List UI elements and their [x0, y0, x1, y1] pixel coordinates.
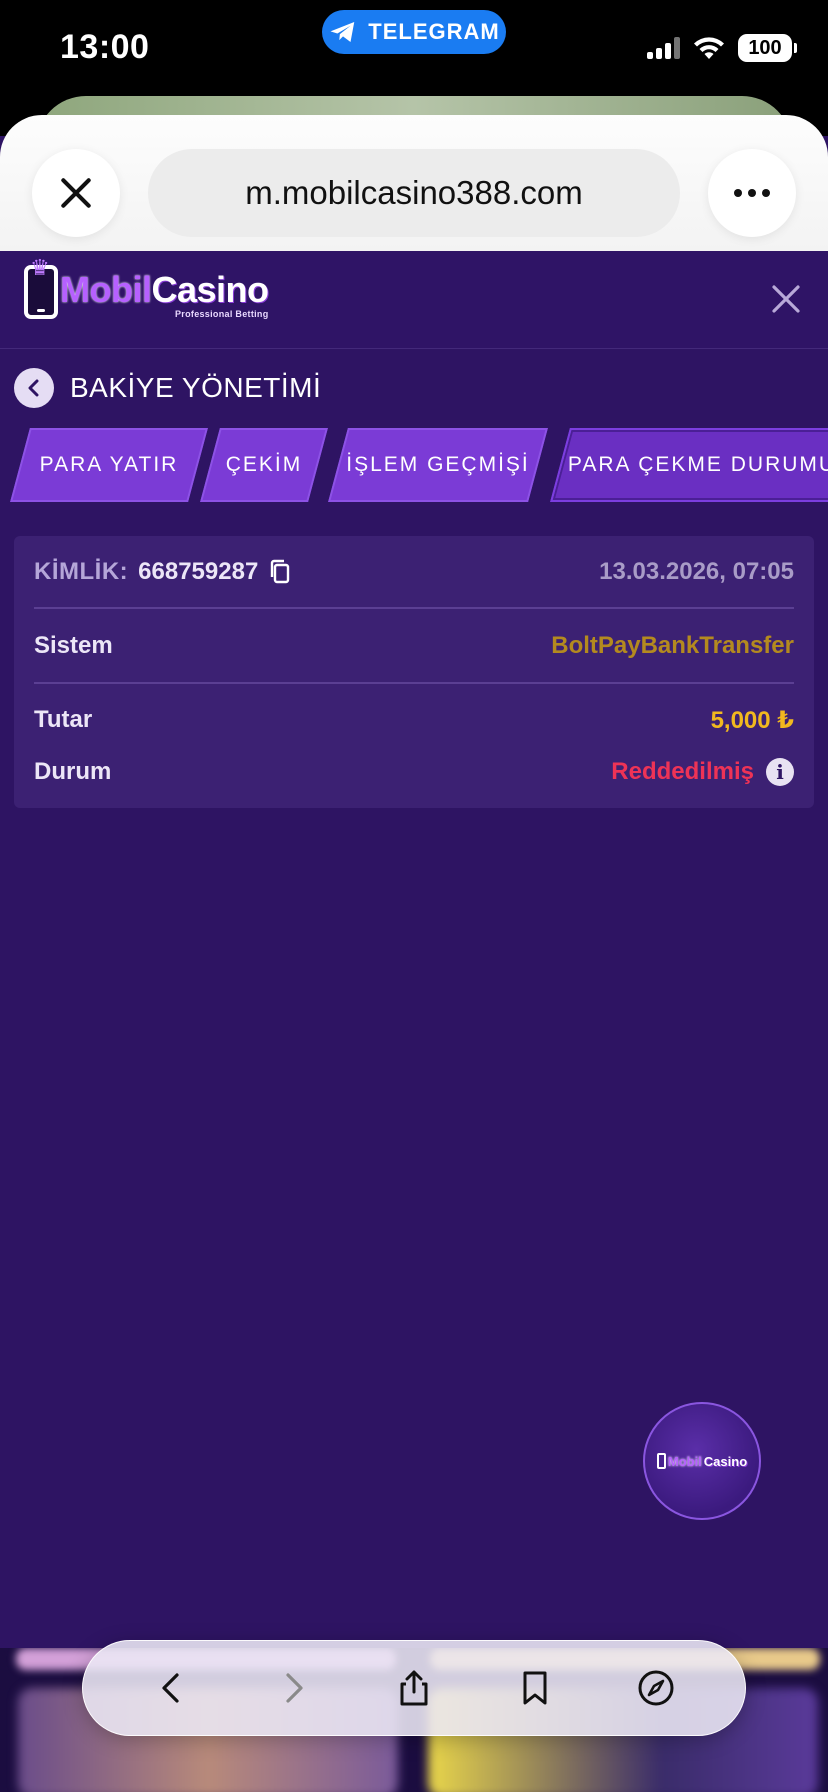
back-button[interactable]	[14, 368, 54, 408]
site-logo[interactable]: ♛ MobilCasino Professional Betting	[24, 255, 269, 319]
share-button[interactable]	[384, 1658, 444, 1718]
info-icon[interactable]: i	[766, 758, 794, 786]
mini-phone-icon	[656, 1453, 666, 1469]
share-icon	[400, 1670, 428, 1706]
id-label: KİMLİK:	[34, 558, 129, 585]
divider	[34, 682, 794, 684]
battery-icon: 100	[738, 34, 797, 62]
bookmarks-icon	[523, 1671, 547, 1705]
logo-phone-icon: ♛	[24, 255, 58, 319]
compass-icon	[638, 1670, 674, 1706]
browser-more-button[interactable]	[708, 149, 796, 237]
close-icon	[61, 178, 91, 208]
wifi-icon	[692, 35, 726, 61]
amount-label: Tutar	[34, 706, 93, 733]
page-title: BAKİYE YÖNETİMİ	[70, 372, 322, 403]
copy-icon	[271, 559, 290, 584]
telegram-label: TELEGRAM	[368, 19, 500, 44]
float-logo-casino: Casino	[703, 1453, 748, 1469]
float-logo: Mobil Casino	[656, 1453, 748, 1469]
card-header-row: KİMLİK: 668759287 13.03.2026, 07:05	[34, 554, 794, 590]
telegram-icon	[330, 22, 355, 42]
telegram-return-pill[interactable]: TELEGRAM	[322, 10, 506, 54]
more-icon-dot	[762, 189, 770, 197]
copy-button[interactable]	[268, 559, 292, 585]
page-title-row: BAKİYE YÖNETİMİ	[14, 368, 321, 408]
tab-cekim[interactable]: ÇEKİM	[200, 428, 328, 502]
site-close-icon[interactable]	[770, 283, 802, 315]
browser-forward-button[interactable]	[263, 1658, 323, 1718]
site-header: ♛ MobilCasino Professional Betting	[0, 251, 828, 349]
divider	[34, 607, 794, 609]
browser-back-button[interactable]	[142, 1658, 202, 1718]
chevron-left-icon	[28, 379, 39, 397]
status-icons: 100	[647, 34, 797, 62]
more-icon-dot	[748, 189, 756, 197]
tabs-compass-button[interactable]	[626, 1658, 686, 1718]
back-arrow-icon	[161, 1673, 179, 1703]
url-field[interactable]: m.mobilcasino388.com	[148, 149, 680, 237]
tab-islem-gecmisi[interactable]: İŞLEM GEÇMİŞİ	[328, 428, 548, 502]
withdrawal-card: KİMLİK: 668759287 13.03.2026, 07:05 Sist…	[14, 536, 814, 808]
crown-icon: ♛	[30, 255, 50, 280]
more-icon-dot	[734, 189, 742, 197]
logo-text-mobil: Mobil	[60, 269, 152, 310]
status-label: Durum	[34, 758, 112, 785]
browser-close-button[interactable]	[32, 149, 120, 237]
system-row: Sistem BoltPayBankTransfer	[34, 628, 794, 664]
amount-row: Tutar 5,000 ₺	[34, 702, 794, 738]
safari-toolbar	[82, 1640, 746, 1736]
floating-logo-button[interactable]: Mobil Casino	[643, 1402, 761, 1520]
status-row: Durum Reddedilmiş i	[34, 754, 794, 790]
tab-label: PARA YATIR	[39, 453, 179, 476]
cellular-signal-icon	[647, 37, 680, 59]
withdrawal-date: 13.03.2026, 07:05	[599, 558, 794, 585]
browser-bar: m.mobilcasino388.com	[0, 115, 828, 251]
tab-label: ÇEKİM	[225, 453, 303, 476]
status-bar: 13:00 TELEGRAM 100	[0, 0, 828, 100]
forward-arrow-icon	[286, 1673, 303, 1703]
tab-label: İŞLEM GEÇMİŞİ	[346, 453, 530, 476]
tab-para-yatir[interactable]: PARA YATIR	[10, 428, 208, 502]
bookmarks-button[interactable]	[505, 1658, 565, 1718]
float-logo-mobil: Mobil	[667, 1453, 702, 1469]
status-time: 13:00	[60, 28, 150, 66]
tab-label: PARA ÇEKME DURUMU	[567, 453, 828, 476]
logo-text-casino: Casino	[151, 269, 269, 310]
system-label: Sistem	[34, 632, 113, 659]
amount-value: 5,000 ₺	[710, 706, 794, 734]
status-value: Reddedilmiş	[611, 758, 754, 785]
system-value: BoltPayBankTransfer	[551, 632, 794, 659]
tab-para-cekme-durumu[interactable]: PARA ÇEKME DURUMU	[550, 428, 828, 502]
id-value: 668759287	[138, 558, 259, 585]
logo-tagline: Professional Betting	[175, 309, 269, 319]
